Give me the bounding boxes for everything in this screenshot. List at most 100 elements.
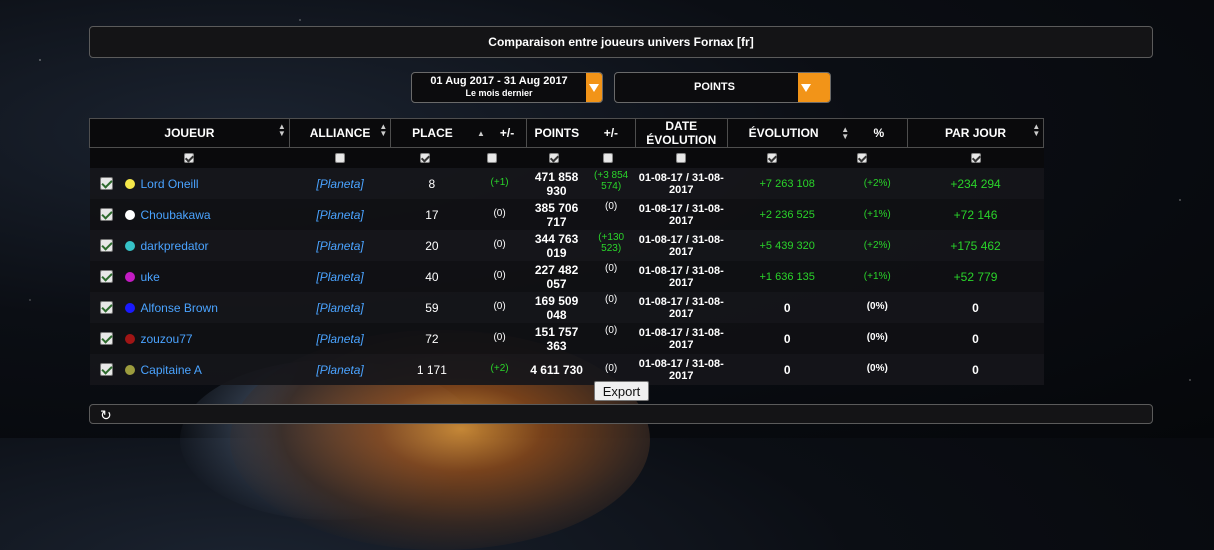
table-row: darkpredator [Planeta] 20 (0) 344 763 019 (+1… <box>89 230 1154 261</box>
player-color-dot <box>124 240 135 251</box>
column-visibility-checkbox[interactable] <box>487 153 498 164</box>
player-checkbox[interactable] <box>99 332 113 345</box>
player-color-dot <box>124 209 135 220</box>
player-name-link[interactable]: darkpredator <box>141 239 209 253</box>
column-visibility-checkbox[interactable] <box>676 153 687 164</box>
player-name-link[interactable]: zouzou77 <box>141 332 193 346</box>
date-range-dropdown[interactable]: 01 Aug 2017 - 31 Aug 2017 Le mois dernie… <box>411 72 603 103</box>
per-day-value: 0 <box>972 300 979 315</box>
column-header-date-evolution[interactable]: DATE ÉVOLUTION <box>634 118 728 148</box>
player-cell: uke <box>89 261 290 292</box>
column-visibility-checkbox[interactable] <box>335 153 346 164</box>
place-delta: (0) <box>493 207 506 219</box>
column-header-place[interactable]: PLACE ▲ +/- <box>390 118 527 148</box>
player-cell: Choubakawa <box>89 199 290 230</box>
evolution-percent: (+1%) <box>863 208 891 220</box>
player-checkbox[interactable] <box>99 177 113 190</box>
column-visibility-checkbox[interactable] <box>603 153 614 164</box>
column-visibility-cell <box>526 147 636 168</box>
column-header-joueur[interactable]: JOUEUR ▲ ▼ <box>89 118 290 148</box>
per-day-value: 0 <box>972 331 979 346</box>
player-name-link[interactable]: Alfonse Brown <box>141 301 218 315</box>
points-delta: (0) <box>605 262 618 274</box>
player-checkbox[interactable] <box>99 363 113 376</box>
player-color-dot <box>124 271 135 282</box>
alliance-link[interactable]: [Planeta] <box>316 270 363 284</box>
date-evolution-value: 01-08-17 / 31-08-2017 <box>638 295 724 320</box>
sort-icon[interactable]: ▲ ▼ <box>379 123 387 138</box>
per-day-value: +52 779 <box>953 269 998 284</box>
player-checkbox[interactable] <box>99 270 113 283</box>
player-name-link[interactable]: Capitaine A <box>141 363 202 377</box>
metric-dropdown[interactable]: POINTS <box>614 72 831 103</box>
player-cell: darkpredator <box>89 230 290 261</box>
player-name-link[interactable]: Lord Oneill <box>141 177 199 191</box>
player-color-dot <box>124 364 135 375</box>
player-color-dot <box>124 178 135 189</box>
column-header-par-jour[interactable]: PAR JOUR ▲ ▼ <box>906 118 1045 148</box>
player-checkbox[interactable] <box>99 301 113 314</box>
place-value: 40 <box>425 269 439 284</box>
points-delta: (0) <box>605 362 618 374</box>
points-value: 151 757 363 <box>534 324 579 353</box>
evolution-percent: (0%) <box>866 362 888 374</box>
player-name-link[interactable]: uke <box>141 270 160 284</box>
alliance-link[interactable]: [Planeta] <box>316 332 363 346</box>
alliance-link[interactable]: [Planeta] <box>316 208 363 222</box>
player-checkbox[interactable] <box>99 208 113 221</box>
sort-up-icon[interactable]: ▲ <box>473 129 488 138</box>
column-header-evolution[interactable]: ÉVOLUTION ▲ ▼% <box>726 118 908 148</box>
column-visibility-checkbox[interactable] <box>419 153 430 164</box>
column-visibility-checkbox[interactable] <box>970 153 981 164</box>
place-delta: (0) <box>493 331 506 343</box>
column-visibility-checkbox[interactable] <box>857 153 868 164</box>
refresh-icon[interactable]: ↻ <box>100 407 112 424</box>
column-visibility-cell <box>727 147 908 168</box>
column-visibility-checkbox[interactable] <box>184 153 195 164</box>
alliance-link[interactable]: [Planeta] <box>316 363 363 377</box>
points-value: 169 509 048 <box>534 293 579 322</box>
points-delta: (+130 523) <box>598 231 625 254</box>
player-name-link[interactable]: Choubakawa <box>141 208 211 222</box>
points-value: 385 706 717 <box>534 200 579 229</box>
chevron-down-icon[interactable] <box>586 73 602 102</box>
date-evolution-value: 01-08-17 / 31-08-2017 <box>638 264 724 289</box>
column-visibility-cell <box>89 147 290 168</box>
player-cell: zouzou77 <box>89 323 290 354</box>
sort-icon[interactable]: ▲ ▼ <box>840 126 851 141</box>
table-row: uke [Planeta] 40 (0) 227 482 057 (0) 01-08-17 … <box>89 261 1154 292</box>
points-delta: (0) <box>605 200 618 212</box>
sort-icon[interactable]: ▲ ▼ <box>1032 123 1040 138</box>
export-button[interactable]: Export <box>594 381 649 401</box>
column-header-alliance[interactable]: ALLIANCE ▲ ▼ <box>288 118 392 148</box>
evolution-value: +2 236 525 <box>759 208 815 221</box>
column-visibility-checkbox[interactable] <box>548 153 559 164</box>
place-delta: (0) <box>493 269 506 281</box>
player-checkbox[interactable] <box>99 239 113 252</box>
sort-icon[interactable]: ▲ ▼ <box>278 123 286 138</box>
page-title: Comparaison entre joueurs univers Fornax… <box>89 26 1153 58</box>
player-cell: Lord Oneill <box>89 168 290 199</box>
place-delta: (0) <box>493 238 506 250</box>
points-delta: (+3 854 574) <box>594 169 629 192</box>
evolution-percent: (+1%) <box>863 270 891 282</box>
column-visibility-cell <box>390 147 527 168</box>
date-evolution-value: 01-08-17 / 31-08-2017 <box>638 326 724 351</box>
alliance-link[interactable]: [Planeta] <box>316 239 363 253</box>
alliance-link[interactable]: [Planeta] <box>316 177 363 191</box>
evolution-value: +5 439 320 <box>759 239 815 252</box>
place-delta: (0) <box>493 300 506 312</box>
player-color-dot <box>124 333 135 344</box>
column-visibility-cell <box>907 147 1044 168</box>
points-value: 344 763 019 <box>534 231 579 260</box>
date-evolution-value: 01-08-17 / 31-08-2017 <box>638 233 724 258</box>
evolution-percent: (0%) <box>866 300 888 312</box>
column-header-points[interactable]: POINTS +/- <box>525 118 636 148</box>
per-day-value: +234 294 <box>950 176 1001 191</box>
column-visibility-checkbox[interactable] <box>767 153 778 164</box>
alliance-link[interactable]: [Planeta] <box>316 301 363 315</box>
chevron-down-icon[interactable] <box>798 73 830 102</box>
player-color-dot <box>124 302 135 313</box>
place-delta: (+2) <box>490 362 509 374</box>
column-visibility-row <box>89 147 1154 168</box>
